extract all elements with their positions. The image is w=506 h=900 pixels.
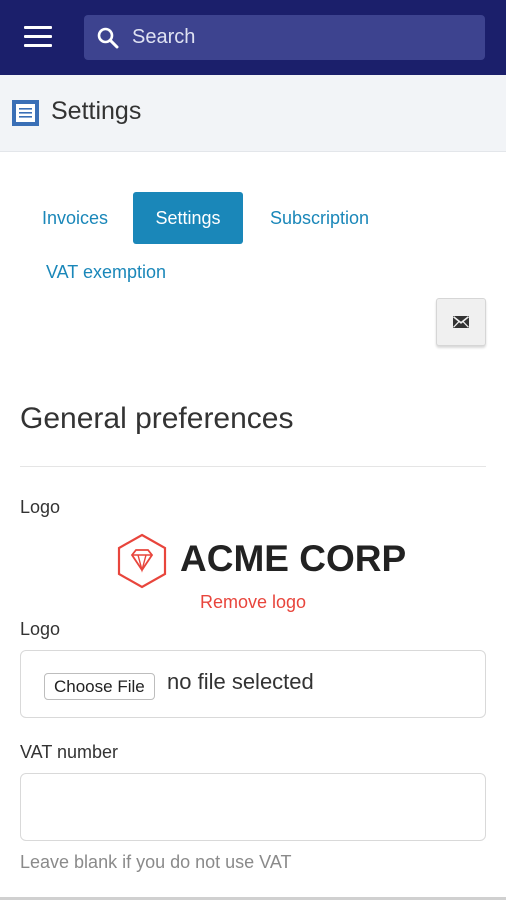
search-input[interactable] — [132, 15, 472, 60]
section-heading: General preferences — [20, 402, 294, 435]
search-box[interactable] — [84, 15, 485, 60]
menu-line — [24, 26, 52, 29]
company-logo: ACME CORP — [116, 533, 406, 589]
tab-vat-exemption[interactable]: VAT exemption — [35, 246, 177, 298]
choose-file-button[interactable]: Choose File — [44, 673, 155, 700]
menu-line — [24, 35, 52, 38]
document-icon — [12, 100, 39, 126]
diamond-logo-icon — [117, 533, 167, 589]
envelope-icon — [453, 316, 469, 328]
vat-number-label: VAT number — [20, 742, 119, 762]
menu-line — [24, 44, 52, 47]
divider — [20, 466, 486, 467]
logo-file-input[interactable]: Choose File no file selected — [20, 650, 486, 718]
logo-upload-label: Logo — [20, 619, 61, 639]
logo-wordmark: ACME CORP — [180, 538, 407, 579]
email-button[interactable] — [436, 298, 486, 346]
vat-number-field[interactable] — [20, 773, 486, 841]
remove-logo-link[interactable]: Remove logo — [0, 592, 506, 613]
hamburger-menu-icon[interactable] — [24, 26, 52, 48]
top-navbar — [0, 0, 506, 75]
page-header: Settings — [0, 75, 506, 152]
vat-help-text: Leave blank if you do not use VAT — [20, 852, 292, 872]
tab-invoices[interactable]: Invoices — [31, 192, 119, 244]
search-icon — [97, 27, 119, 49]
tab-subscription[interactable]: Subscription — [258, 192, 381, 244]
tab-settings[interactable]: Settings — [133, 192, 243, 244]
page-title: Settings — [51, 97, 142, 125]
logo-label: Logo — [20, 497, 61, 517]
file-status: no file selected — [167, 669, 314, 694]
